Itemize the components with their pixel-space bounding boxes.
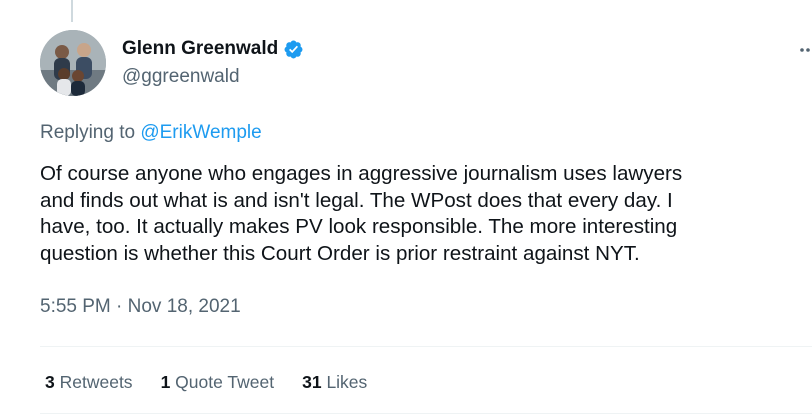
replying-to-prefix: Replying to xyxy=(40,122,136,143)
retweets-label: Retweets xyxy=(59,372,133,392)
likes-count: 31 xyxy=(302,372,322,392)
tweet-body: Of course anyone who engages in aggressi… xyxy=(40,162,683,265)
divider xyxy=(40,346,812,347)
retweets-count: 3 xyxy=(45,372,55,392)
more-options-icon[interactable] xyxy=(798,40,812,60)
likes-label: Likes xyxy=(326,372,368,392)
author-handle[interactable]: @ggreenwald xyxy=(122,64,304,90)
divider xyxy=(40,413,812,414)
author-name-row[interactable]: Glenn Greenwald xyxy=(122,36,304,62)
avatar-photo-icon xyxy=(40,30,106,96)
avatar[interactable] xyxy=(40,30,106,96)
likes-stat[interactable]: 31 Likes xyxy=(302,369,367,395)
tweet-timestamp[interactable]: 5:55 PM · Nov 18, 2021 xyxy=(40,294,241,320)
quote-tweets-count: 1 xyxy=(160,372,171,392)
quote-tweets-stat[interactable]: 1 Quote Tweet xyxy=(161,369,275,395)
engagement-stats: 3 Retweets 1 Quote Tweet 31 Likes xyxy=(45,369,367,395)
replying-to-line: Replying to @ErikWemple xyxy=(40,120,262,146)
thread-connector-line xyxy=(71,0,73,22)
author-block: Glenn Greenwald @ggreenwald xyxy=(122,36,304,90)
author-display-name[interactable]: Glenn Greenwald xyxy=(122,36,278,62)
verified-badge-icon xyxy=(283,39,304,60)
retweets-stat[interactable]: 3 Retweets xyxy=(45,369,133,395)
tweet-detail: Glenn Greenwald @ggreenwald Replying to … xyxy=(0,0,812,417)
quote-tweets-label: Quote Tweet xyxy=(175,372,275,392)
reply-target-link[interactable]: @ErikWemple xyxy=(140,122,261,143)
